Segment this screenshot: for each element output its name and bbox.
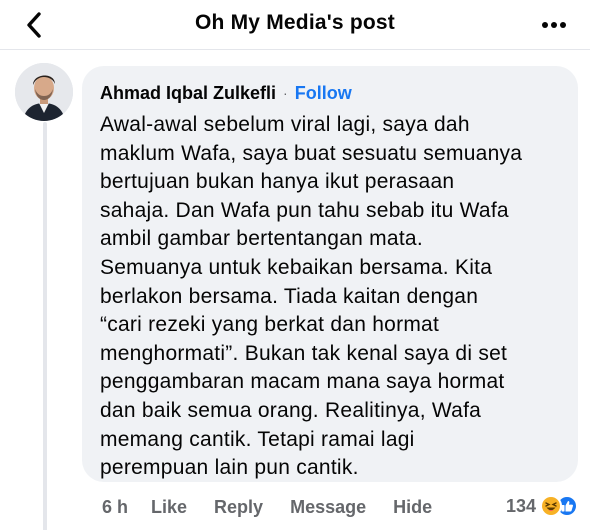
comment-timestamp[interactable]: 6 h (102, 497, 128, 518)
comment-line: bertujuan bukan hanya ikut perasaan (100, 170, 455, 194)
page-title: Oh My Media's post (195, 11, 395, 34)
comment-line: sahaja. Dan Wafa pun tahu sebab itu Wafa (100, 198, 509, 222)
avatar[interactable] (15, 63, 73, 121)
message-button[interactable]: Message (290, 497, 366, 518)
comment-line: Awal-awal sebelum viral lagi, saya dah (100, 113, 470, 136)
comment-line: berlakon bersama. Tiada kaitan dengan (100, 284, 479, 308)
comment-line: “cari rezeki yang berkat dan hormat (100, 313, 440, 337)
more-options-button[interactable] (534, 10, 574, 40)
separator-dot: · (283, 85, 288, 101)
comment-line: dan baik semua orang. Realitinya, Wafa (100, 398, 482, 422)
comment-line: menghormati”. Bukan tak kenal saya di se… (100, 341, 508, 365)
hide-button[interactable]: Hide (393, 497, 432, 518)
comment-line: memang cantik. Tetapi ramai lagi (100, 427, 415, 451)
thread-line (43, 122, 47, 530)
comment-author-name[interactable]: Ahmad Iqbal Zulkefli (100, 83, 276, 104)
comment-line: maklum Wafa, saya buat sesuatu semuanya (100, 141, 523, 165)
reply-button[interactable]: Reply (214, 497, 263, 518)
more-dots-icon (542, 22, 566, 28)
reaction-count: 134 (505, 495, 536, 516)
comment-line: ambil gambar bertentangan mata. (100, 227, 423, 251)
comment-actions: 6 h Like Reply Message Hide (102, 494, 459, 520)
comment-text: Awal-awal sebelum viral lagi, saya dah m… (100, 111, 562, 483)
comment-bubble: Ahmad Iqbal Zulkefli · Follow Awal-awal … (82, 66, 578, 482)
haha-emoji-icon (540, 495, 562, 517)
comment-line: penggambaran macam mana saya hormat (100, 370, 505, 394)
profile-photo-icon (15, 63, 73, 121)
like-button[interactable]: Like (151, 497, 187, 518)
comment-header: Ahmad Iqbal Zulkefli · Follow (100, 80, 562, 106)
follow-button[interactable]: Follow (295, 83, 352, 104)
top-bar: Oh My Media's post (0, 0, 590, 50)
comment-line: Semuanya untuk kebaikan bersama. Kita (100, 255, 493, 279)
reaction-summary[interactable]: 134 (506, 492, 578, 520)
comment-line: perempuan lain pun cantik. (100, 456, 359, 480)
